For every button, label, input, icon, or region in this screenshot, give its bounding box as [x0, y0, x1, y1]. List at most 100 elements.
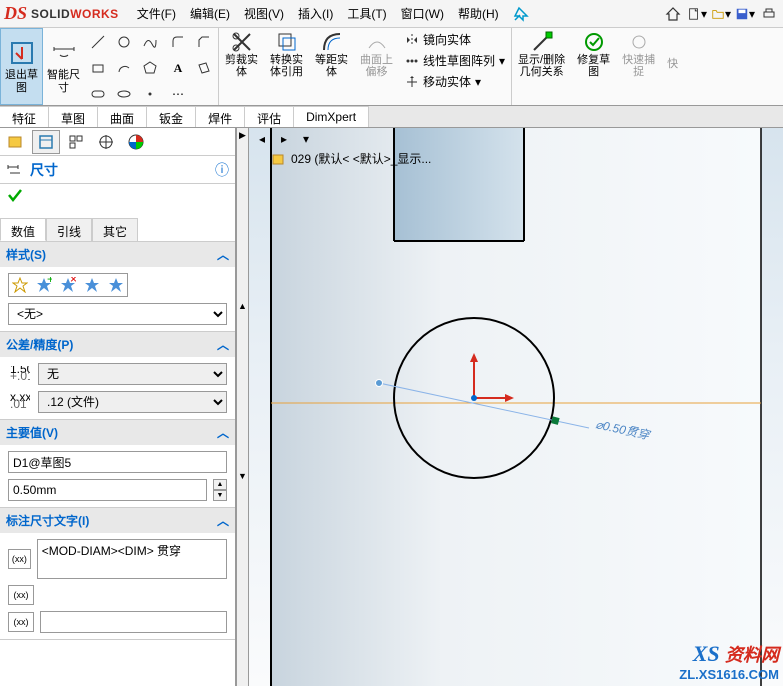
panel-tabs [0, 128, 235, 156]
menu-insert[interactable]: 插入(I) [292, 2, 339, 25]
document-breadcrumb[interactable]: 029 (默认< <默认>_显示... [271, 150, 431, 167]
section-primary-header[interactable]: 主要值(V)︿ [0, 420, 235, 445]
style-select[interactable]: <无> [8, 303, 227, 325]
spin-down-button[interactable]: ▼ [213, 490, 227, 501]
precision-icon: x.xx.01 [8, 394, 32, 410]
ok-icon[interactable] [6, 186, 24, 207]
tab-feature[interactable]: 特征 [0, 106, 49, 127]
command-tabs: 特征 草图 曲面 钣金 焊件 评估 DimXpert [0, 106, 783, 128]
home-icon[interactable] [663, 4, 683, 24]
back-icon[interactable]: ◂ [253, 130, 271, 148]
text-icon[interactable]: A [166, 56, 190, 80]
menu-window[interactable]: 窗口(W) [395, 2, 450, 25]
text-below-icon[interactable]: (xx) [8, 585, 34, 605]
appearance-tab-icon[interactable] [122, 130, 150, 154]
linear-pattern-button[interactable]: 线性草图阵列▾ [403, 51, 507, 70]
pin-icon[interactable] [511, 4, 531, 24]
menu-view[interactable]: 视图(V) [238, 2, 290, 25]
tab-value[interactable]: 数值 [0, 218, 46, 241]
point-icon[interactable] [138, 82, 162, 106]
dimension-text-input[interactable]: <MOD-DIAM><DIM> 贯穿 [37, 539, 227, 579]
help-icon[interactable]: ⓘ [215, 160, 229, 180]
menu-edit[interactable]: 编辑(E) [184, 2, 236, 25]
trim-button[interactable]: 剪裁实 体 [219, 28, 264, 105]
menu-tools[interactable]: 工具(T) [341, 2, 392, 25]
show-hide-label: 显示/删除 几何关系 [518, 54, 565, 78]
chamfer-icon[interactable] [192, 30, 216, 54]
svg-text:+.01: +.01 [10, 369, 30, 382]
scroll-down-icon[interactable]: ▼ [238, 471, 247, 481]
precision-select[interactable]: .12 (文件) [38, 391, 227, 413]
dropdown-icon[interactable]: ▾ [297, 130, 315, 148]
tab-dimxpert[interactable]: DimXpert [294, 106, 369, 127]
fillet-icon[interactable] [166, 30, 190, 54]
style-saveall-icon[interactable] [105, 274, 127, 296]
text-extra-input[interactable] [40, 611, 227, 633]
text-center-icon[interactable]: (xx) [8, 549, 31, 569]
panel-expand-icon[interactable]: ▶ [239, 130, 246, 141]
tab-weldment[interactable]: 焊件 [196, 106, 245, 127]
tab-sketch[interactable]: 草图 [49, 106, 98, 127]
circle-icon[interactable] [112, 30, 136, 54]
dimxpert-tab-icon[interactable] [92, 130, 120, 154]
tab-surface[interactable]: 曲面 [98, 106, 147, 127]
menu-help[interactable]: 帮助(H) [452, 2, 505, 25]
save-icon[interactable]: ▾ [735, 4, 755, 24]
chevron-up-icon: ︿ [217, 512, 229, 529]
property-tab-icon[interactable] [32, 130, 60, 154]
spin-up-button[interactable]: ▲ [213, 479, 227, 490]
sketch-tools-grid [84, 28, 164, 105]
style-save-icon[interactable] [81, 274, 103, 296]
section-annotext-header[interactable]: 标注尺寸文字(I)︿ [0, 508, 235, 533]
property-tabs: 数值 引线 其它 [0, 218, 235, 242]
quick-short-button: 快 [661, 28, 684, 105]
offset-button[interactable]: 等距实 体 [309, 28, 354, 105]
model-view[interactable]: ⌀0.50贯穿 [249, 128, 783, 686]
dimension-value-input[interactable] [8, 479, 207, 501]
tab-other[interactable]: 其它 [92, 218, 138, 241]
exit-sketch-button[interactable]: 退出草 图 [0, 28, 43, 105]
move-button[interactable]: 移动实体▾ [403, 72, 507, 91]
ellipse-icon[interactable] [112, 82, 136, 106]
ribbon: 退出草 图 智能尺 寸 A ⋯ 剪裁实 体 转换实 体引用 等距实 体 曲面上 … [0, 28, 783, 106]
style-add-icon[interactable]: + [33, 274, 55, 296]
more-icon[interactable]: ⋯ [166, 82, 190, 106]
tab-evaluate[interactable]: 评估 [245, 106, 294, 127]
graphics-area[interactable]: ◂ ▸ ▾ 029 (默认< <默认>_显示... [249, 128, 783, 686]
new-doc-icon[interactable]: ▾ [687, 4, 707, 24]
rectangle-icon[interactable] [86, 56, 110, 80]
watermark-name: 资料网 [725, 645, 779, 665]
arc-icon[interactable] [112, 56, 136, 80]
svg-text:×: × [70, 277, 76, 286]
tab-leader[interactable]: 引线 [46, 218, 92, 241]
config-tab-icon[interactable] [62, 130, 90, 154]
spline-icon[interactable] [138, 30, 162, 54]
main-menu: 文件(F) 编辑(E) 视图(V) 插入(I) 工具(T) 窗口(W) 帮助(H… [131, 2, 505, 25]
plane-icon[interactable] [192, 56, 216, 80]
tolerance-type-select[interactable]: 无 [38, 363, 227, 385]
style-icon-row: + × [8, 273, 128, 297]
text-above-icon[interactable]: (xx) [8, 612, 34, 632]
scroll-up-icon[interactable]: ▲ [238, 301, 247, 311]
menu-file[interactable]: 文件(F) [131, 2, 182, 25]
line-icon[interactable] [86, 30, 110, 54]
smart-dimension-button[interactable]: 智能尺 寸 [43, 28, 84, 105]
show-hide-relations-button[interactable]: 显示/删除 几何关系 [512, 28, 571, 105]
style-delete-icon[interactable]: × [57, 274, 79, 296]
repair-label: 修复草 图 [577, 54, 610, 78]
style-load-icon[interactable] [9, 274, 31, 296]
print-icon[interactable] [759, 4, 779, 24]
convert-button[interactable]: 转换实 体引用 [264, 28, 309, 105]
dimension-name-input[interactable] [8, 451, 227, 473]
slot-icon[interactable] [86, 82, 110, 106]
repair-sketch-button[interactable]: 修复草 图 [571, 28, 616, 105]
tab-sheetmetal[interactable]: 钣金 [147, 106, 196, 127]
open-icon[interactable]: ▾ [711, 4, 731, 24]
section-tolerance-header[interactable]: 公差/精度(P)︿ [0, 332, 235, 357]
watermark: XS 资料网 ZL.XS1616.COM [679, 641, 779, 682]
feature-tree-tab-icon[interactable] [2, 130, 30, 154]
section-style-header[interactable]: 样式(S)︿ [0, 242, 235, 267]
polygon-icon[interactable] [138, 56, 162, 80]
mirror-button[interactable]: 镜向实体 [403, 30, 507, 49]
forward-icon[interactable]: ▸ [275, 130, 293, 148]
